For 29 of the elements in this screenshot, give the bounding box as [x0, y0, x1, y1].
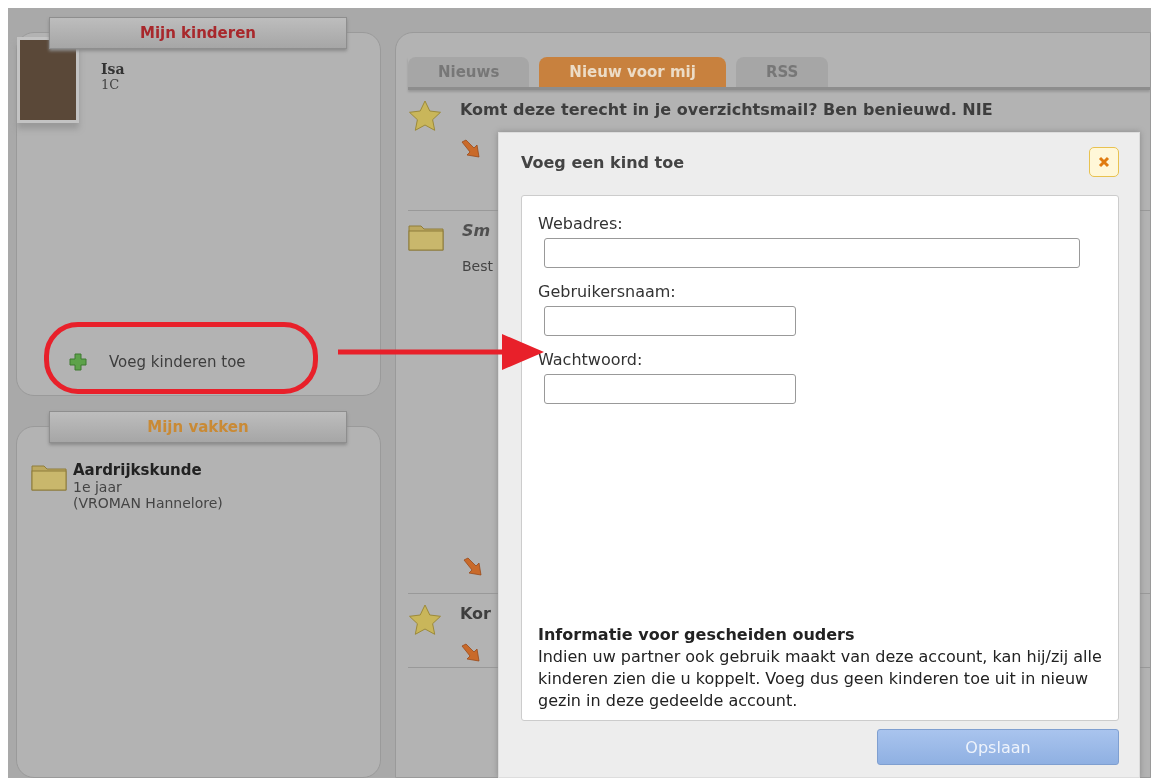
subject-year: 1e jaar — [73, 479, 123, 495]
panel-title: Mijn vakken — [147, 418, 249, 436]
input-field[interactable] — [544, 238, 1080, 268]
close-icon — [1098, 156, 1110, 168]
subject-name[interactable]: Aardrijkskunde — [73, 461, 223, 479]
add-children-link[interactable]: Voeg kinderen toe — [69, 353, 380, 371]
field-label: Webadres: — [538, 214, 624, 233]
news-excerpt: Best — [462, 258, 493, 274]
child-class: 1C — [101, 77, 121, 92]
arrow-icon — [460, 643, 482, 663]
input-field[interactable] — [544, 374, 796, 404]
news-title[interactable]: Kor — [460, 604, 491, 623]
child-name[interactable]: Isa — [101, 61, 125, 77]
info-heading: Informatie voor gescheiden ouders — [538, 624, 856, 646]
news-title[interactable]: Sm — [462, 221, 493, 240]
info-text: Indien uw partner ook gebruik maakt van deze account, kan hij/zij alle kinderen zien die u koppelt. Voeg dus geen kinderen toe uit in nieuw gezin in deze gedeelde account. — [538, 646, 1102, 712]
star-icon — [408, 100, 442, 132]
close-button[interactable] — [1089, 147, 1119, 177]
subject-teacher: (VROMAN Hannelore) — [73, 495, 223, 511]
news-title[interactable]: Komt deze terecht in je overzichtsmail? Ben benieuwd. NIE — [460, 100, 993, 119]
field-label: Wachtwoord: — [538, 350, 644, 369]
plus-icon — [69, 353, 87, 371]
input-field[interactable] — [544, 306, 796, 336]
dialog-title: Voeg een kind toe — [521, 152, 685, 172]
star-icon — [408, 604, 442, 636]
panel-title: Mijn kinderen — [139, 24, 257, 42]
arrow-icon — [462, 557, 484, 577]
arrow-icon — [460, 139, 482, 159]
field-label: Gebruikersnaam: — [538, 282, 677, 301]
